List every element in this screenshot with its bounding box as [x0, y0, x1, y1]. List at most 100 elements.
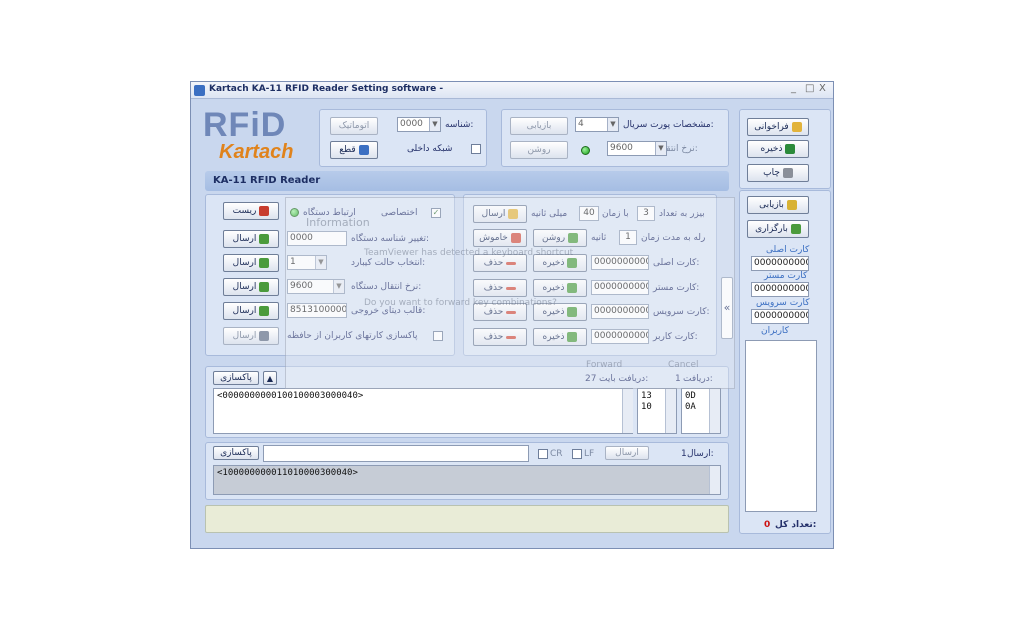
buzzer-send-button[interactable]: ارسال: [473, 205, 527, 223]
receive-textarea[interactable]: <0000000000100100003000040>: [213, 388, 633, 434]
port-refresh-button[interactable]: بازیابی: [510, 117, 568, 135]
card-save-button[interactable]: ذخیره: [533, 303, 587, 321]
rss-icon: [358, 145, 369, 155]
minimize-button[interactable]: _: [791, 83, 796, 94]
rfid-logo: RFiD Kartach: [203, 108, 311, 167]
sent-label: ارسال:: [687, 449, 714, 459]
upload-icon: [790, 224, 801, 234]
plus-icon: [567, 258, 578, 268]
card-label: کارت کاربر:: [653, 332, 698, 342]
bytes-label: دریافت بایت:: [599, 374, 649, 384]
arrow-up-icon[interactable]: ▲: [263, 371, 277, 385]
chevron-down-icon: ▼: [333, 280, 344, 293]
device-baud-select[interactable]: 9600 ▼: [287, 279, 345, 294]
card-save-button[interactable]: ذخیره: [533, 328, 587, 346]
minus-icon: [506, 286, 517, 290]
output-format-input[interactable]: 8513100000: [287, 303, 347, 318]
auto-button[interactable]: اتوماتیک: [330, 117, 378, 135]
sent-value: 1: [681, 449, 687, 459]
minus-icon: [506, 335, 517, 339]
status-bar: [205, 505, 729, 533]
port-on-button[interactable]: روشن: [510, 141, 568, 159]
port-status-led: [581, 146, 590, 155]
refresh-icon: [786, 200, 797, 210]
send-clear-button[interactable]: ارسال: [223, 327, 279, 345]
total-label: تعداد کل:: [775, 520, 817, 530]
upload-button[interactable]: بارگزاری: [747, 220, 809, 238]
network-label: شبکه داخلی: [407, 144, 453, 154]
send-clear-button[interactable]: پاکسازی: [213, 446, 259, 460]
received-value: 1: [675, 374, 681, 384]
send-data-button[interactable]: ارسال: [605, 446, 649, 460]
card-delete-button[interactable]: حذف: [473, 328, 527, 346]
send-scrollbar[interactable]: [709, 466, 720, 494]
close-button[interactable]: X: [819, 83, 826, 94]
count-input[interactable]: 3: [637, 206, 655, 221]
chevron-down-icon: ▼: [315, 256, 326, 269]
card-value[interactable]: 0000000000: [591, 255, 649, 270]
relay-off-button[interactable]: خاموش: [473, 229, 527, 247]
time-input[interactable]: 40: [579, 206, 599, 221]
send-output-button[interactable]: ارسال: [223, 302, 279, 320]
printer-icon: [782, 168, 793, 178]
section-title: KA-11 RFID Reader: [213, 175, 321, 186]
side-master-card-value: 0000000000: [751, 282, 809, 297]
lf-checkbox[interactable]: [572, 449, 582, 459]
send-textarea[interactable]: <100000000011010000300040>: [213, 465, 721, 495]
hex-scrollbar-2[interactable]: [709, 389, 720, 433]
port-select[interactable]: 4 ▼: [575, 117, 619, 132]
relay-input[interactable]: 1: [619, 230, 637, 245]
users-list[interactable]: [745, 340, 817, 512]
minus-icon: [506, 261, 517, 265]
send-icon: [259, 306, 270, 316]
receive-clear-button[interactable]: پاکسازی: [213, 371, 259, 385]
send-baud-button[interactable]: ارسال: [223, 278, 279, 296]
receive-scrollbar[interactable]: [622, 389, 633, 433]
reset-button[interactable]: ریست: [223, 202, 279, 220]
port-label: مشخصات پورت سریال:: [623, 120, 714, 130]
plus-icon: [567, 307, 578, 317]
send-icon: [259, 234, 270, 244]
save-file-button[interactable]: ذخیره: [747, 140, 809, 158]
network-checkbox[interactable]: [471, 144, 481, 154]
mode-label: انتخاب حالت کیبارد:: [351, 258, 426, 268]
collapse-arrow-icon[interactable]: «: [721, 277, 733, 339]
change-id-input[interactable]: 0000: [287, 231, 347, 246]
total-value: 0: [764, 520, 771, 530]
clear-users-checkbox[interactable]: [433, 331, 443, 341]
relay-on-button[interactable]: روشن: [533, 229, 587, 247]
card-save-button[interactable]: ذخیره: [533, 254, 587, 272]
cr-checkbox[interactable]: [538, 449, 548, 459]
plus-icon: [567, 283, 578, 293]
send-input[interactable]: [263, 445, 529, 462]
send-id-button[interactable]: ارسال: [223, 230, 279, 248]
card-value[interactable]: 0000000000: [591, 329, 649, 344]
print-button[interactable]: چاپ: [747, 164, 809, 182]
private-checkbox[interactable]: ✓: [431, 208, 441, 218]
card-delete-button[interactable]: حذف: [473, 303, 527, 321]
received-label: دریافت:: [683, 374, 713, 384]
users-refresh-button[interactable]: بازیابی: [747, 196, 809, 214]
mode-select[interactable]: 1 ▼: [287, 255, 327, 270]
hex-scrollbar-1[interactable]: [665, 389, 676, 433]
disk-icon: [785, 144, 796, 154]
disconnect-button[interactable]: قطع: [330, 141, 378, 159]
card-value[interactable]: 0000000000: [591, 304, 649, 319]
card-value[interactable]: 0000000000: [591, 280, 649, 295]
plus-icon: [567, 332, 578, 342]
load-button[interactable]: فراخوانی: [747, 118, 809, 136]
send-icon: [259, 282, 270, 292]
connection-label: ارتباط دستگاه: [303, 208, 356, 218]
sec-label: ثانیه: [591, 233, 607, 243]
id-select[interactable]: 0000 ▼: [397, 117, 441, 132]
chevron-down-icon: ▼: [655, 142, 666, 155]
card-delete-button[interactable]: حذف: [473, 254, 527, 272]
logo-kartach-text: Kartach: [219, 141, 294, 163]
buzzer-label: بیزر به تعداد: [659, 209, 705, 219]
card-save-button[interactable]: ذخیره: [533, 279, 587, 297]
card-delete-button[interactable]: حذف: [473, 279, 527, 297]
maximize-button[interactable]: □: [805, 83, 814, 94]
baud-select[interactable]: 9600 ▼: [607, 141, 667, 156]
send-mode-button[interactable]: ارسال: [223, 254, 279, 272]
card-label: کارت اصلی:: [653, 258, 700, 268]
